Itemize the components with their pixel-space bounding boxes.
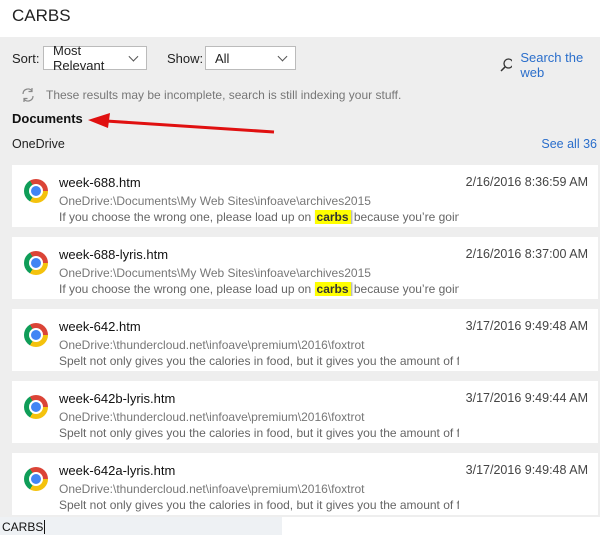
result-path: OneDrive:\thundercloud.net\infoave\premi… — [59, 482, 365, 496]
refresh-icon — [22, 88, 34, 102]
sort-label: Sort: — [12, 51, 40, 66]
show-label: Show: — [167, 51, 204, 66]
chrome-icon — [24, 467, 48, 491]
source-label: OneDrive — [12, 137, 65, 151]
chrome-icon — [24, 179, 48, 203]
result-item[interactable]: week-688-lyris.htm 2/16/2016 8:37:00 AM … — [12, 237, 598, 299]
result-snippet: Spelt not only gives you the calories in… — [59, 354, 459, 368]
result-date: 3/17/2016 9:49:48 AM — [465, 319, 588, 333]
chrome-icon — [24, 251, 48, 275]
result-snippet: If you choose the wrong one, please load… — [59, 282, 459, 296]
search-web-link[interactable]: Search the web — [500, 50, 600, 80]
result-item[interactable]: week-688.htm 2/16/2016 8:36:59 AM OneDri… — [12, 165, 598, 227]
result-path: OneDrive:\thundercloud.net\infoave\premi… — [59, 410, 365, 424]
show-dropdown[interactable]: All — [205, 46, 296, 70]
snippet-text: Spelt not only gives you the calories in… — [59, 354, 459, 368]
annotation-arrow — [88, 113, 275, 134]
snippet-text: because you’re going to be e — [353, 210, 459, 224]
result-name: week-688-lyris.htm — [59, 247, 169, 262]
sort-dropdown[interactable]: Most Relevant — [43, 43, 147, 73]
chevron-down-icon — [277, 51, 288, 61]
show-value: All — [215, 50, 230, 66]
result-item[interactable]: week-642a-lyris.htm 3/17/2016 9:49:48 AM… — [12, 453, 598, 515]
sort-value: Most Relevant — [53, 43, 105, 73]
chrome-icon — [24, 323, 48, 347]
result-date: 2/16/2016 8:37:00 AM — [465, 247, 588, 261]
notice-text: These results may be incomplete, search … — [46, 88, 402, 102]
result-path: OneDrive:\Documents\My Web Sites\infoave… — [59, 194, 371, 208]
result-date: 3/17/2016 9:49:44 AM — [465, 391, 588, 405]
result-date: 2/16/2016 8:36:59 AM — [465, 175, 588, 189]
result-name: week-642a-lyris.htm — [59, 463, 176, 478]
result-snippet: If you choose the wrong one, please load… — [59, 210, 459, 224]
snippet-text: If you choose the wrong one, please load… — [59, 282, 315, 296]
result-name: week-688.htm — [59, 175, 141, 190]
see-all-link[interactable]: See all 36 — [541, 137, 597, 151]
result-snippet: Spelt not only gives you the calories in… — [59, 426, 459, 440]
result-name: week-642b-lyris.htm — [59, 391, 176, 406]
search-box[interactable]: CARBS — [0, 517, 282, 535]
chrome-icon — [24, 395, 48, 419]
text-cursor — [44, 520, 46, 534]
result-item[interactable]: week-642b-lyris.htm 3/17/2016 9:49:44 AM… — [12, 381, 598, 443]
result-name: week-642.htm — [59, 319, 141, 334]
result-item[interactable]: week-642.htm 3/17/2016 9:49:48 AM OneDri… — [12, 309, 598, 371]
search-icon — [500, 58, 513, 72]
snippet-text: Spelt not only gives you the calories in… — [59, 498, 459, 512]
snippet-text: Spelt not only gives you the calories in… — [59, 426, 459, 440]
match-highlight: carbs — [314, 210, 351, 224]
result-snippet: Spelt not only gives you the calories in… — [59, 498, 459, 512]
result-path: OneDrive:\thundercloud.net\infoave\premi… — [59, 338, 365, 352]
search-web-label: Search the web — [520, 50, 584, 80]
result-path: OneDrive:\Documents\My Web Sites\infoave… — [59, 266, 371, 280]
indexing-notice: These results may be incomplete, search … — [20, 87, 401, 103]
snippet-text: If you choose the wrong one, please load… — [59, 210, 315, 224]
search-query-title: CARBS — [12, 6, 71, 25]
result-date: 3/17/2016 9:49:48 AM — [465, 463, 588, 477]
section-heading-documents: Documents — [12, 111, 83, 126]
match-highlight: carbs — [314, 282, 351, 296]
snippet-text: because you’re going to be e — [353, 282, 459, 296]
search-box-text: CARBS — [2, 520, 44, 534]
